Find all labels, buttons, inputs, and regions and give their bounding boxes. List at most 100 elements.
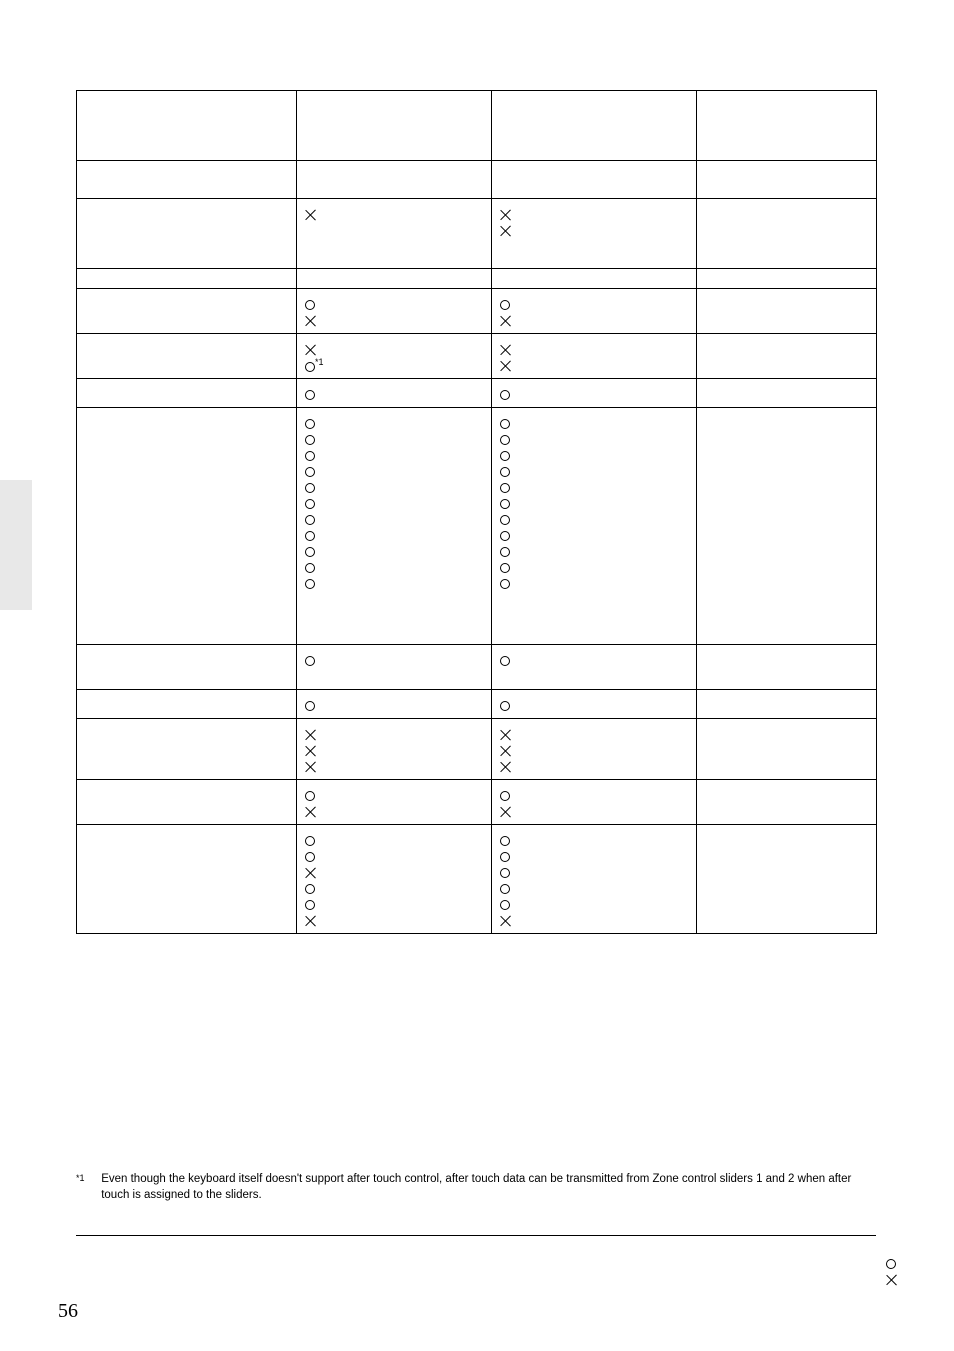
circle-icon: [305, 390, 315, 400]
remarks-cell: [697, 379, 877, 408]
circle-icon: [305, 499, 315, 509]
x-icon: [305, 344, 317, 356]
remarks-cell: [697, 199, 877, 269]
midi-chart-table: *1: [76, 90, 877, 934]
circle-icon: [305, 300, 315, 310]
row-label-cell: [77, 334, 297, 379]
x-icon: [305, 209, 317, 221]
circle-icon: [500, 900, 510, 910]
transmitted-cell: [297, 289, 492, 334]
transmitted-cell: [297, 825, 492, 934]
circle-icon: [305, 701, 315, 711]
recognized-cell: [492, 645, 697, 690]
x-icon: [500, 729, 512, 741]
transmitted-cell: [297, 161, 492, 199]
row-label-cell: [77, 269, 297, 289]
row-label-cell: [77, 379, 297, 408]
table-row: [77, 780, 877, 825]
table-row: [77, 825, 877, 934]
x-icon: [500, 225, 512, 237]
circle-icon: [305, 362, 315, 372]
remarks-cell: [697, 825, 877, 934]
circle-icon: [305, 419, 315, 429]
circle-icon: [305, 852, 315, 862]
circle-icon: [305, 656, 315, 666]
remarks-cell: [697, 269, 877, 289]
circle-icon: [500, 451, 510, 461]
row-label-cell: [77, 199, 297, 269]
remarks-cell: [697, 719, 877, 780]
legend: [886, 1255, 898, 1287]
remarks-cell: [697, 645, 877, 690]
table-row: *1: [77, 334, 877, 379]
row-label-cell: [77, 289, 297, 334]
document-page: *1 *1 Even though the keyboard itself do…: [0, 0, 954, 1351]
transmitted-cell: [297, 408, 492, 645]
x-icon: [305, 745, 317, 757]
row-label-cell: [77, 91, 297, 161]
x-icon: [500, 360, 512, 372]
circle-icon: [305, 579, 315, 589]
footnote: *1 Even though the keyboard itself doesn…: [76, 1172, 876, 1203]
table-row: [77, 269, 877, 289]
recognized-cell: [492, 199, 697, 269]
circle-icon: [500, 547, 510, 557]
table-row: [77, 289, 877, 334]
recognized-cell: [492, 289, 697, 334]
remarks-cell: [697, 161, 877, 199]
row-label-cell: [77, 780, 297, 825]
transmitted-cell: [297, 199, 492, 269]
transmitted-cell: [297, 690, 492, 719]
transmitted-cell: [297, 379, 492, 408]
circle-icon: [305, 483, 315, 493]
circle-icon: [305, 791, 315, 801]
row-label-cell: [77, 161, 297, 199]
circle-icon: [500, 884, 510, 894]
table-row: [77, 408, 877, 645]
x-icon: [305, 729, 317, 741]
circle-icon: [305, 531, 315, 541]
recognized-cell: [492, 334, 697, 379]
circle-icon: [305, 467, 315, 477]
transmitted-cell: [297, 269, 492, 289]
row-label-cell: [77, 690, 297, 719]
remarks-cell: [697, 334, 877, 379]
circle-icon: [500, 467, 510, 477]
x-icon: [500, 315, 512, 327]
x-icon: [500, 745, 512, 757]
x-icon: [305, 867, 317, 879]
footnote-ref: *1: [315, 357, 324, 367]
x-icon: [500, 915, 512, 927]
circle-icon: [305, 900, 315, 910]
circle-icon: [500, 563, 510, 573]
transmitted-cell: [297, 719, 492, 780]
circle-icon: [500, 836, 510, 846]
x-icon: [305, 761, 317, 773]
circle-icon: [305, 515, 315, 525]
x-icon: [305, 315, 317, 327]
table-row: [77, 719, 877, 780]
footnote-text: Even though the keyboard itself doesn't …: [101, 1172, 871, 1203]
transmitted-cell: [297, 780, 492, 825]
recognized-cell: [492, 825, 697, 934]
table-row: [77, 91, 877, 161]
recognized-cell: [492, 161, 697, 199]
x-icon: [500, 344, 512, 356]
midi-chart-table-wrap: *1: [76, 90, 876, 934]
remarks-cell: [697, 91, 877, 161]
circle-icon: [305, 884, 315, 894]
page-number: 56: [58, 1300, 78, 1323]
recognized-cell: [492, 408, 697, 645]
x-icon: [500, 761, 512, 773]
recognized-cell: [492, 719, 697, 780]
circle-icon: [500, 515, 510, 525]
x-icon: [305, 915, 317, 927]
circle-icon: [500, 483, 510, 493]
row-label-cell: [77, 825, 297, 934]
circle-icon: [500, 419, 510, 429]
circle-icon: [500, 435, 510, 445]
recognized-cell: [492, 690, 697, 719]
row-label-cell: [77, 408, 297, 645]
table-row: [77, 199, 877, 269]
transmitted-cell: *1: [297, 334, 492, 379]
